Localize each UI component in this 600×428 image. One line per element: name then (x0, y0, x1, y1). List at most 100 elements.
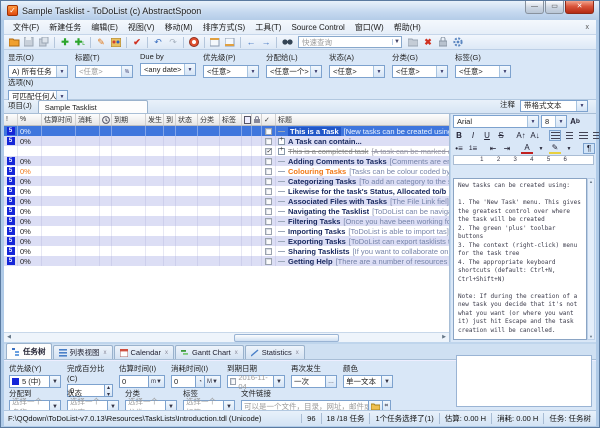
tab-list-view[interactable]: 列表视图x (53, 345, 113, 359)
find-tasks-icon[interactable] (280, 36, 294, 49)
menu-edit[interactable]: 编辑(E) (86, 21, 123, 34)
track-time-clock-icon[interactable]: ◔ (196, 375, 205, 388)
due-date-checkbox[interactable] (230, 378, 236, 385)
quick-search-input[interactable]: 快速查询 ▼ (298, 36, 402, 48)
undo-icon[interactable]: ↶ (151, 36, 165, 49)
filter-title-input[interactable]: <任意>% (75, 65, 133, 78)
color-combobox[interactable]: 单一文本 (343, 375, 382, 388)
task-checkbox[interactable] (265, 128, 272, 135)
lock-icon[interactable] (436, 36, 450, 49)
tasklist-tab[interactable]: Sample Tasklist (38, 100, 148, 113)
task-checkbox-checked[interactable] (265, 148, 272, 155)
table-row[interactable]: 5 0% Associated Files with Tasks[The Fil… (4, 196, 449, 206)
est-time-input[interactable]: 0 (119, 375, 149, 388)
filter-dueby-combobox[interactable]: <any date>▼ (140, 63, 196, 76)
task-checkbox[interactable] (265, 208, 272, 215)
new-subtask-icon[interactable]: ✚˪ (73, 36, 87, 49)
filter-category-combobox[interactable]: <任意>▼ (392, 65, 448, 78)
filter-tags-combobox[interactable]: <任意>▼ (455, 65, 511, 78)
paragraph-icon[interactable]: ¶ (583, 143, 595, 154)
numbered-list-icon[interactable]: 1≡ (467, 143, 479, 154)
menu-sort[interactable]: 排序方式(S) (198, 21, 251, 34)
bold-icon[interactable]: B (453, 130, 465, 141)
minimize-button[interactable]: — (525, 1, 544, 14)
save-all-icon[interactable] (37, 36, 51, 49)
italic-icon[interactable]: I (467, 130, 479, 141)
task-checkbox[interactable] (265, 168, 272, 175)
recurrence-field[interactable]: 一次 (291, 375, 326, 388)
delete-task-icon[interactable]: ✖ (421, 36, 435, 49)
ellipsis-button[interactable]: … (326, 375, 337, 388)
close-tab-icon[interactable]: x (296, 350, 299, 356)
next-selection-icon[interactable]: → (259, 36, 273, 49)
strikethrough-icon[interactable]: S (495, 130, 507, 141)
scroll-right-icon[interactable]: ▶ (439, 333, 449, 342)
task-checkbox[interactable] (265, 158, 272, 165)
menu-source-control[interactable]: Source Control (286, 22, 349, 33)
indent-icon[interactable]: ⇥ (501, 143, 513, 154)
spent-time-input[interactable]: 0 (171, 375, 196, 388)
tab-gantt-chart[interactable]: Gantt Chartx (175, 345, 244, 359)
task-checkbox[interactable] (265, 178, 272, 185)
font-name-combobox[interactable]: Arial▼ (453, 115, 539, 128)
table-row[interactable]: 5 0% Categorizing Tasks[To add an catego… (4, 176, 449, 186)
redo-icon[interactable]: ↷ (166, 36, 180, 49)
prev-selection-icon[interactable]: ← (244, 36, 258, 49)
table-row[interactable]: 5 0% Exporting Tasks[ToDoList can export… (4, 236, 449, 246)
chevron-down-icon[interactable]: ▼ (50, 375, 61, 388)
task-checkbox[interactable] (265, 218, 272, 225)
table-row[interactable]: 5 0% Adding Comments to Tasks[Comments a… (4, 156, 449, 166)
expand-icon[interactable] (278, 138, 285, 145)
maximize-tasklist-icon[interactable] (208, 36, 222, 49)
scroll-left-icon[interactable]: ◀ (4, 333, 14, 342)
menu-file[interactable]: 文件(F) (8, 21, 44, 34)
maximize-comments-icon[interactable] (223, 36, 237, 49)
close-tab-icon[interactable]: x (235, 350, 238, 356)
font-color-icon[interactable]: A (521, 143, 533, 154)
horizontal-scrollbar[interactable]: ◀ ▶ (4, 332, 449, 342)
menu-tools[interactable]: 工具(T) (250, 21, 286, 34)
table-row[interactable]: 5 0% Colouring Tasks[Tasks can be colour… (4, 166, 449, 176)
align-left-icon[interactable] (549, 130, 561, 141)
align-justify-icon[interactable] (591, 130, 600, 141)
title-bar[interactable]: ✓ Sample Tasklist - ToDoList (c) Abstrac… (1, 1, 599, 20)
grow-font-icon[interactable]: A↑ (515, 130, 527, 141)
filter-status-combobox[interactable]: <任意>▼ (329, 65, 385, 78)
chevron-down-icon[interactable]: ▼ (274, 375, 285, 388)
priority-combobox[interactable]: 5 (中) (9, 375, 50, 388)
shrink-font-icon[interactable]: A↓ (529, 130, 541, 141)
comments-edit-area[interactable] (456, 355, 592, 407)
font-dialog-icon[interactable]: Ab (569, 116, 581, 127)
menu-view[interactable]: 视图(V) (123, 21, 160, 34)
task-checkbox[interactable] (265, 258, 272, 265)
font-size-combobox[interactable]: 8▼ (541, 115, 567, 128)
filter-allocto-combobox[interactable]: <任意一个>▼ (266, 65, 322, 78)
quick-search-dropdown-icon[interactable]: ▼ (392, 39, 401, 45)
maximize-button[interactable]: ▭ (545, 1, 564, 14)
expand-icon[interactable] (278, 148, 285, 155)
comments-text[interactable]: New tasks can be created using: 1. The '… (453, 178, 587, 340)
table-row[interactable]: 5 0% This is a Task[New tasks can be cre… (4, 126, 449, 136)
tab-statistics[interactable]: Statisticsx (245, 345, 305, 359)
table-row[interactable]: This is a completed task[A task can be m… (4, 146, 449, 156)
menubar-close-icon[interactable]: x (583, 24, 593, 31)
table-row[interactable]: 5 0% Getting Help[There are a number of … (4, 256, 449, 266)
new-task-icon[interactable]: ✚ (58, 36, 72, 49)
menu-new-task[interactable]: 新建任务 (44, 21, 86, 34)
table-row[interactable]: 5 0% Importing Tasks[ToDoList is able to… (4, 226, 449, 236)
open-file-icon[interactable] (7, 36, 21, 49)
table-row[interactable]: 5 0% Filtering Tasks[Once you have been … (4, 216, 449, 226)
table-row[interactable]: 5 0% Navigating the Tasklist[ToDoList ca… (4, 206, 449, 216)
edit-task-icon[interactable]: ✎ (94, 36, 108, 49)
save-icon[interactable] (22, 36, 36, 49)
menu-move[interactable]: 移动(M) (160, 21, 198, 34)
table-row[interactable]: 5 0% Likewise for the task's Status, All… (4, 186, 449, 196)
task-checkbox[interactable] (265, 228, 272, 235)
due-date-input[interactable]: 2016-11-04 (227, 375, 274, 388)
table-row[interactable]: 5 0% A Task can contain... (4, 136, 449, 146)
table-row[interactable]: 5 0% Sharing Tasklists[If you want to co… (4, 246, 449, 256)
underline-icon[interactable]: U (481, 130, 493, 141)
align-right-icon[interactable] (577, 130, 589, 141)
bullet-list-icon[interactable]: •≡ (453, 143, 465, 154)
complete-task-icon[interactable]: ✔ (130, 36, 144, 49)
